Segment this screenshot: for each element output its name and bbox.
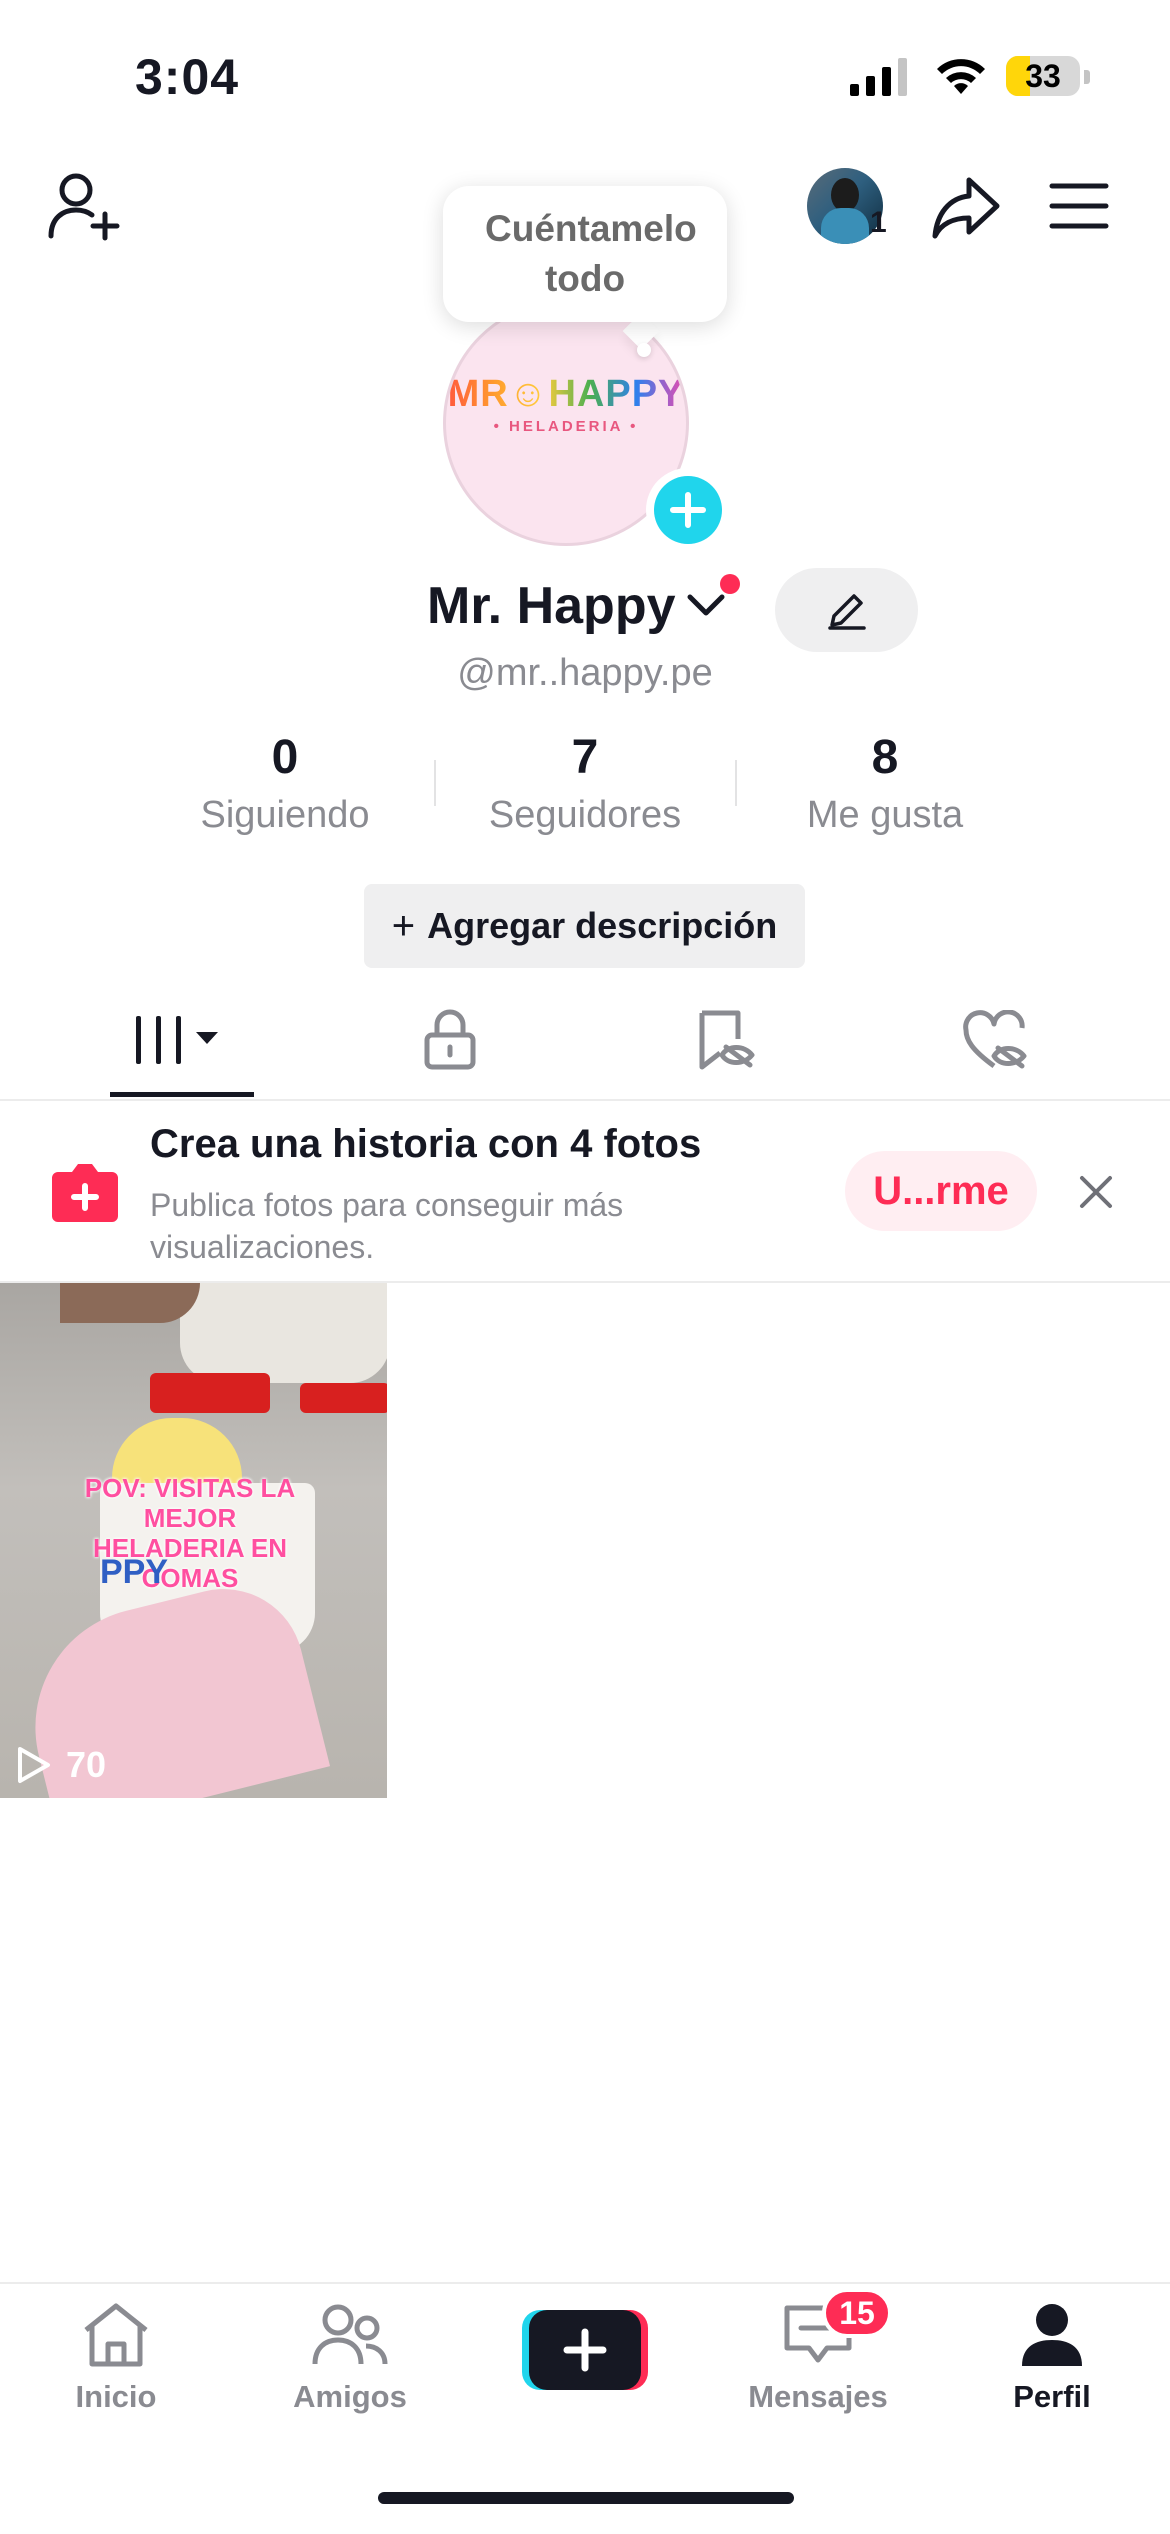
edit-profile-button[interactable] [775,568,918,652]
bookmark-hidden-icon [699,1010,755,1070]
profile-name[interactable]: Mr. Happy [427,576,676,636]
tab-videos[interactable] [110,1000,254,1080]
add-description-button[interactable]: + Agregar descripción [364,884,805,968]
brand-logo: MR☺HAPPY • HELADERIA • [447,373,685,435]
divider [0,1099,1170,1101]
friends-icon [312,2304,388,2365]
active-tab-indicator [110,1092,254,1097]
stat-following[interactable]: 0 Siguiendo [135,730,435,837]
video-thumbnail[interactable]: POV: VISITAS LA MEJOR HELADERIA EN COMAS… [0,1283,387,1798]
notification-dot [720,574,740,594]
banner-subtitle: Publica fotos para conseguir más visuali… [150,1187,624,1265]
battery-level: 33 [1025,58,1061,94]
menu-icon[interactable] [1046,176,1112,236]
grid-icon [136,1016,218,1064]
cellular-signal-icon [850,58,910,101]
nav-profile[interactable]: Perfil [952,2302,1152,2415]
home-indicator [378,2492,794,2504]
add-story-button[interactable] [646,468,730,552]
close-icon[interactable] [1078,1174,1118,1214]
banner-action-button[interactable]: U...rme [845,1151,1037,1231]
add-friend-icon[interactable] [44,166,124,246]
plus-icon: + [391,903,416,948]
plus-icon [654,476,722,544]
stat-likes[interactable]: 8 Me gusta [735,730,1035,837]
tab-private[interactable] [400,1000,500,1080]
heart-hidden-icon [963,1010,1027,1069]
cup-logo: PPY [100,1553,169,1591]
stat-followers[interactable]: 7 Seguidores [435,730,735,837]
pencil-icon [827,594,866,630]
messages-badge: 15 [822,2288,892,2338]
view-count: 70 [16,1744,106,1786]
chevron-down-icon[interactable] [686,592,726,623]
battery-cap [1084,70,1090,84]
nav-friends[interactable]: Amigos [250,2302,450,2415]
profile-icon [1022,2304,1082,2366]
tab-saved[interactable] [670,1000,780,1080]
wifi-icon [934,56,988,101]
nav-home[interactable]: Inicio [16,2302,216,2415]
tab-liked[interactable] [940,1000,1050,1080]
account-count: 1 [870,206,887,239]
plus-icon [563,2328,607,2372]
tooltip-dot [637,343,651,357]
banner-title: Crea una historia con 4 fotos [150,1122,702,1166]
home-icon [84,2303,148,2367]
status-time: 3:04 [135,49,240,105]
battery-indicator: 33 [1006,56,1080,96]
share-icon[interactable] [928,170,1004,246]
note-tooltip[interactable]: Cuéntamelo todo [443,186,727,322]
lock-icon [424,1009,476,1070]
create-button[interactable] [522,2310,648,2390]
profile-handle: @mr..happy.pe [457,652,713,694]
camera-plus-icon [50,1160,120,1224]
play-icon [18,1747,50,1783]
